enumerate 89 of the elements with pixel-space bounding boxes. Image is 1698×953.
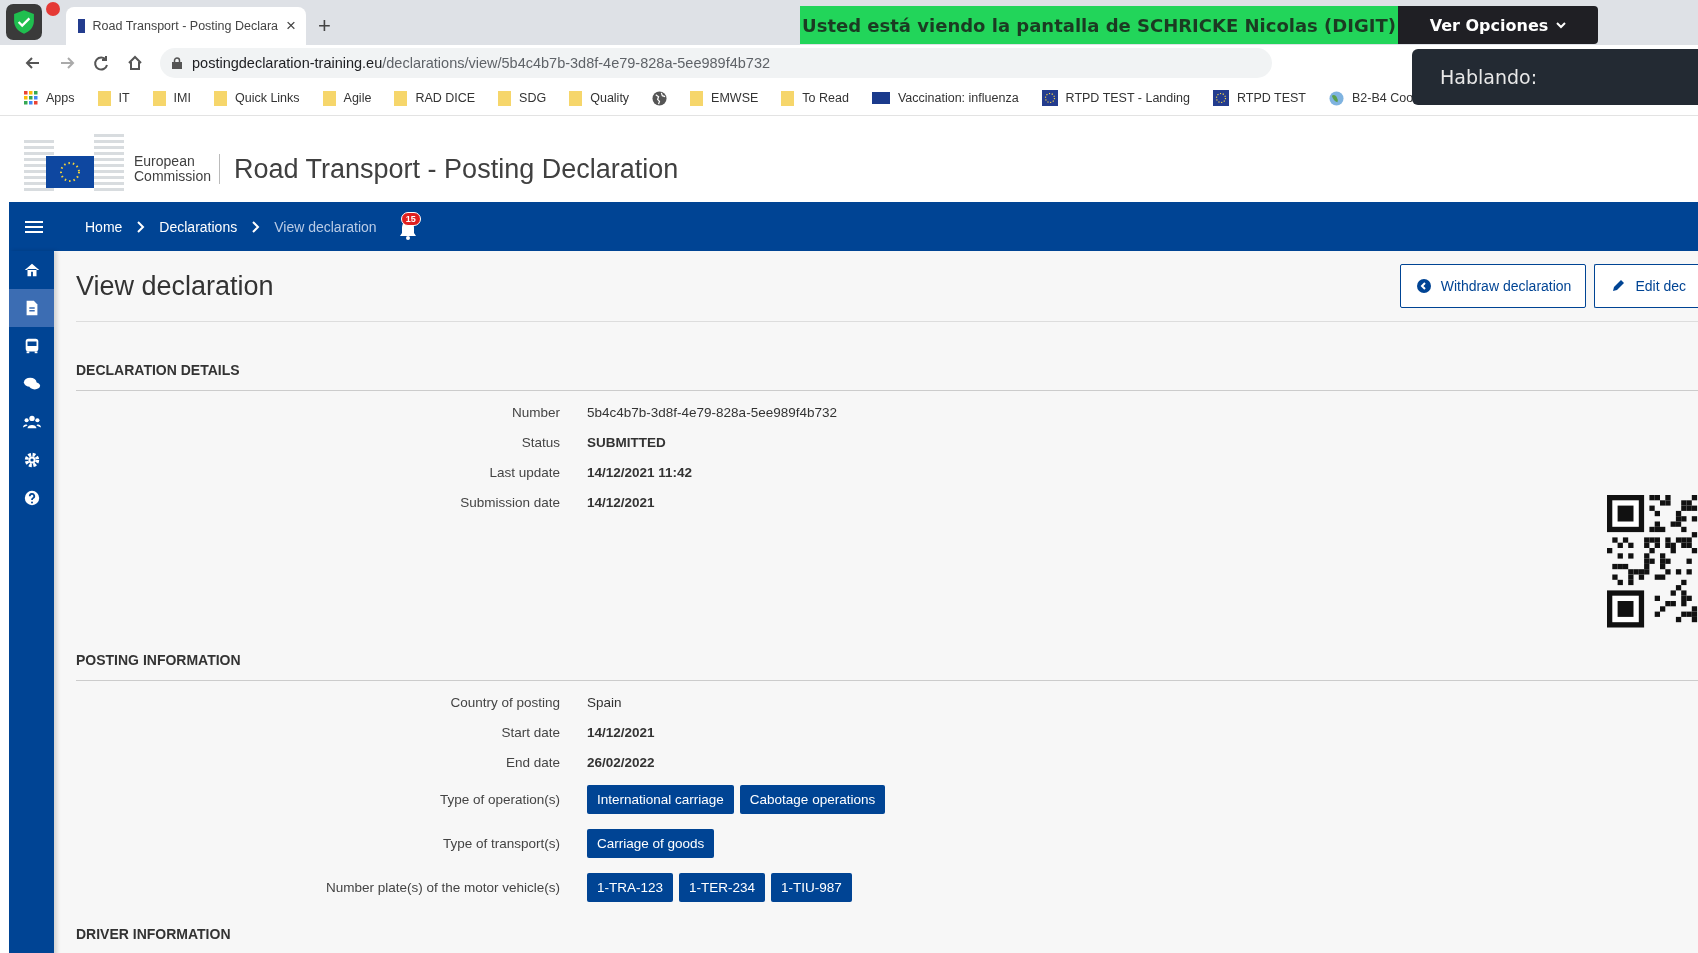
- users-icon: [22, 413, 41, 431]
- bookmark[interactable]: Apps: [24, 91, 75, 105]
- section-heading: DECLARATION DETAILS: [76, 322, 1698, 391]
- bookmark[interactable]: To Read: [781, 90, 849, 106]
- lock-icon: [172, 57, 182, 69]
- earth-icon: [1328, 90, 1344, 106]
- tab-title: Road Transport - Posting Declara: [92, 19, 279, 33]
- bookmark[interactable]: RTPD TEST: [1212, 90, 1306, 106]
- field-label: Number plate(s) of the motor vehicle(s): [324, 880, 560, 895]
- withdraw-button[interactable]: Withdraw declaration: [1399, 264, 1587, 308]
- pencil-icon: [1611, 279, 1626, 293]
- field-label: Last update: [488, 465, 560, 480]
- bookmark[interactable]: Quick Links: [213, 90, 300, 106]
- folder-icon: [781, 90, 795, 106]
- field-value: Spain: [587, 695, 623, 710]
- emblem-icon: [1041, 90, 1058, 106]
- globe-icon: [652, 90, 668, 106]
- bookmark[interactable]: RTPD TEST - Landing: [1041, 90, 1190, 106]
- section-heading: DRIVER INFORMATION: [76, 902, 1698, 953]
- field-label: Type of operation(s): [438, 792, 560, 807]
- folder-icon: [97, 90, 111, 106]
- folder-icon: [569, 90, 583, 106]
- view-options-button[interactable]: Ver Opciones: [1398, 6, 1598, 44]
- screen-share-banner: Usted está viendo la pantalla de SCHRICKE Nicolas (DIGIT): [800, 6, 1398, 44]
- bookmark[interactable]: [652, 90, 668, 106]
- home-button[interactable]: [126, 54, 144, 72]
- edit-button[interactable]: Edit dec: [1594, 264, 1698, 308]
- notification-badge: 15: [400, 211, 421, 226]
- bookmark[interactable]: B2-B4 Coo: [1328, 90, 1414, 106]
- tag: Cabotage operations: [739, 785, 886, 814]
- speaking-indicator: Hablando:: [1412, 49, 1698, 105]
- tab-favicon-icon: [78, 19, 85, 33]
- settings-icon: [22, 451, 41, 469]
- field-value: 26/02/2022: [587, 755, 656, 770]
- breadcrumb-link[interactable]: Home: [85, 218, 123, 235]
- bookmark[interactable]: IT: [97, 90, 130, 106]
- app-title: Road Transport - Posting Declaration: [234, 153, 679, 185]
- bookmark[interactable]: Agile: [322, 90, 372, 106]
- browser-tab[interactable]: Road Transport - Posting Declara ×: [66, 7, 306, 45]
- bookmark[interactable]: Quality: [569, 90, 630, 106]
- tag: 1-TER-234: [679, 873, 766, 902]
- chevron-right-icon: [251, 219, 261, 234]
- organization-name: European Commission: [134, 154, 220, 184]
- bookmark[interactable]: RAD DICE: [394, 90, 476, 106]
- field-label: Status: [520, 435, 560, 450]
- field-label: Country of posting: [449, 695, 560, 710]
- field-label: Start date: [500, 725, 560, 740]
- field-label: End date: [504, 755, 560, 770]
- bookmark[interactable]: SDG: [498, 90, 547, 106]
- folder-icon: [213, 90, 227, 106]
- bookmark[interactable]: IMI: [152, 90, 191, 106]
- tag: 1-TRA-123: [587, 873, 674, 902]
- folder-icon: [498, 90, 512, 106]
- apps-grid-icon: [24, 91, 38, 105]
- help-icon: [22, 489, 41, 507]
- folder-icon: [322, 90, 336, 106]
- field-label: Submission date: [459, 495, 560, 510]
- folder-icon: [152, 90, 166, 106]
- chevron-down-icon: [1556, 21, 1567, 29]
- flag-icon: [871, 92, 890, 104]
- emblem-icon: [1212, 90, 1229, 106]
- breadcrumb-link[interactable]: Declarations: [159, 218, 238, 235]
- folder-icon: [690, 90, 704, 106]
- page-title: View declaration: [76, 270, 274, 302]
- section-heading: POSTING INFORMATION: [76, 628, 1698, 681]
- new-tab-button[interactable]: +: [318, 13, 331, 39]
- close-tab-button[interactable]: ×: [286, 16, 296, 36]
- sidebar-item[interactable]: [9, 289, 54, 327]
- recording-dot-icon: [46, 2, 60, 16]
- field-value: 5b4c4b7b-3d8f-4e79-828a-5ee989f4b732: [587, 405, 838, 420]
- field-label: Type of transport(s): [441, 836, 560, 851]
- reload-button[interactable]: [92, 54, 110, 72]
- folder-icon: [394, 90, 408, 106]
- tag: Carriage of goods: [587, 829, 715, 858]
- bookmark[interactable]: EMWSE: [690, 90, 759, 106]
- home-icon: [22, 261, 41, 279]
- field-value: 14/12/2021: [587, 495, 656, 510]
- tag: International carriage: [587, 785, 734, 814]
- menu-button[interactable]: [25, 219, 43, 234]
- field-value: SUBMITTED: [587, 435, 667, 450]
- field-label: Number: [511, 405, 560, 420]
- address-bar[interactable]: postingdeclaration-training.eu/declarations/view/5b4c4b7b-3d8f-4e79-828a-5ee989f4b732: [160, 48, 1272, 78]
- shield-check-icon[interactable]: [6, 4, 42, 40]
- field-value: 14/12/2021 11:42: [587, 465, 694, 480]
- field-value: 14/12/2021: [587, 725, 656, 740]
- chevron-right-icon: [136, 219, 146, 234]
- bookmark[interactable]: Vaccination: influenza: [871, 91, 1019, 105]
- current-breadcrumb[interactable]: View declaration: [274, 218, 377, 235]
- tag: 1-TIU-987: [771, 873, 852, 902]
